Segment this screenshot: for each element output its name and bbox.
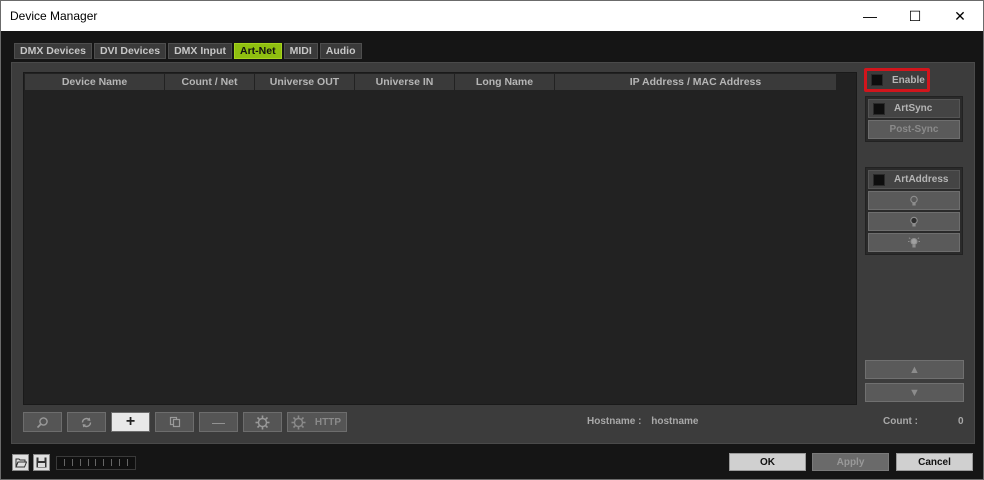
search-icon	[36, 416, 48, 428]
column-device-name[interactable]: Device Name	[25, 74, 165, 91]
apply-button[interactable]: Apply	[812, 453, 889, 471]
artaddress-label: ArtAddress	[894, 174, 949, 185]
column-universe-in[interactable]: Universe IN	[355, 74, 455, 91]
move-down-button[interactable]: ▼	[865, 383, 964, 402]
device-manager-window: Device Manager — ☐ ✕ DMX Devices DVI Dev…	[0, 0, 984, 480]
artsync-label: ArtSync	[894, 103, 933, 114]
column-long-name[interactable]: Long Name	[455, 74, 555, 91]
copy-button[interactable]	[155, 412, 194, 432]
cancel-button[interactable]: Cancel	[896, 453, 973, 471]
refresh-button[interactable]	[67, 412, 106, 432]
folder-open-icon	[14, 458, 27, 468]
window-title: Device Manager	[10, 9, 98, 23]
add-device-button[interactable]: +	[111, 412, 150, 432]
device-toolbar: + — HTTP	[23, 412, 347, 432]
remove-device-button[interactable]: —	[199, 412, 238, 432]
art-net-panel: Device Name Count / Net Universe OUT Uni…	[11, 62, 975, 444]
maximize-button[interactable]: ☐	[892, 1, 938, 31]
move-up-button[interactable]: ▲	[865, 360, 964, 379]
artsync-checkbox[interactable]	[873, 102, 885, 115]
count-label: Count :	[883, 416, 918, 427]
settings-button[interactable]	[243, 412, 282, 432]
post-sync-button[interactable]: Post-Sync	[868, 120, 960, 139]
artsync-group: ArtSync Post-Sync	[865, 96, 963, 142]
tab-dmx-devices[interactable]: DMX Devices	[14, 43, 92, 59]
zoom-slider[interactable]	[56, 455, 136, 470]
count-value: 0	[958, 416, 964, 427]
artsync-toggle[interactable]: ArtSync	[868, 99, 960, 118]
ok-button[interactable]: OK	[729, 453, 806, 471]
tab-dmx-input[interactable]: DMX Input	[168, 43, 232, 59]
refresh-icon	[81, 417, 92, 427]
artaddress-checkbox[interactable]	[873, 173, 885, 186]
http-label: HTTP	[314, 416, 341, 428]
led-mute-icon	[910, 216, 918, 226]
gear-icon	[255, 415, 270, 429]
device-table[interactable]: Device Name Count / Net Universe OUT Uni…	[23, 72, 857, 405]
count-display: Count : 0	[883, 416, 964, 427]
close-button[interactable]: ✕	[937, 1, 983, 31]
minimize-button[interactable]: —	[847, 1, 893, 31]
tab-bar: DMX Devices DVI Devices DMX Input Art-Ne…	[14, 43, 362, 59]
led-normal-button[interactable]	[868, 191, 960, 210]
led-locate-icon	[908, 236, 920, 247]
column-universe-out[interactable]: Universe OUT	[255, 74, 355, 91]
http-button[interactable]: HTTP	[287, 412, 347, 432]
open-button[interactable]	[12, 454, 29, 471]
artaddress-group: ArtAddress	[865, 167, 963, 255]
hostname-value: hostname	[651, 416, 699, 427]
hostname-display: Hostname : hostname	[587, 416, 698, 427]
gear-icon	[291, 415, 306, 429]
column-count-net[interactable]: Count / Net	[165, 74, 255, 91]
save-icon	[36, 457, 47, 468]
save-button[interactable]	[33, 454, 50, 471]
bottom-tools	[12, 454, 136, 471]
title-bar: Device Manager — ☐ ✕	[1, 1, 983, 31]
led-locate-button[interactable]	[868, 233, 960, 252]
enable-checkbox-highlight[interactable]: Enable	[864, 68, 930, 92]
tab-dvi-devices[interactable]: DVI Devices	[93, 43, 167, 59]
led-normal-icon	[910, 195, 918, 205]
search-button[interactable]	[23, 412, 62, 432]
column-ip-mac-address[interactable]: IP Address / MAC Address	[555, 74, 837, 91]
tab-midi[interactable]: MIDI	[283, 43, 318, 59]
led-mute-button[interactable]	[868, 212, 960, 231]
artaddress-toggle[interactable]: ArtAddress	[868, 170, 960, 189]
hostname-label: Hostname :	[587, 416, 642, 427]
table-header: Device Name Count / Net Universe OUT Uni…	[25, 74, 837, 91]
enable-label: Enable	[892, 74, 925, 86]
copy-icon	[169, 416, 180, 428]
tab-art-net[interactable]: Art-Net	[233, 43, 282, 59]
tab-audio[interactable]: Audio	[319, 43, 362, 59]
enable-checkbox[interactable]	[871, 74, 883, 86]
